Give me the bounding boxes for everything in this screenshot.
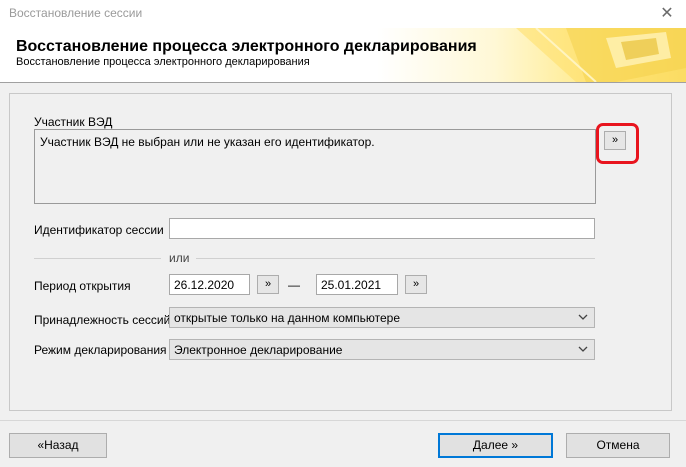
mode-label: Режим декларирования [34, 343, 167, 357]
footer-divider [0, 420, 686, 421]
or-divider-right [196, 258, 595, 259]
mode-select[interactable]: Электронное декларирование [169, 339, 595, 360]
date-from-input[interactable]: 26.12.2020 [169, 274, 250, 295]
mode-value: Электронное декларирование [174, 343, 343, 357]
banner-subtitle: Восстановление процесса электронного дек… [16, 56, 310, 68]
date-from-picker-button[interactable]: » [257, 275, 279, 294]
next-button[interactable]: Далее » [438, 433, 553, 458]
ownership-select[interactable]: открытые только на данном компьютере [169, 307, 595, 328]
header-divider [0, 82, 686, 83]
back-button[interactable]: «Назад [9, 433, 107, 458]
date-dash: — [288, 278, 300, 292]
ownership-value: открытые только на данном компьютере [174, 311, 401, 325]
date-to-picker-button[interactable]: » [405, 275, 427, 294]
title-bar: Восстановление сессии ✕ [0, 0, 686, 28]
session-id-label: Идентификатор сессии [34, 223, 164, 237]
header-banner: Восстановление процесса электронного дек… [0, 28, 686, 82]
period-label: Период открытия [34, 279, 131, 293]
or-label: или [169, 251, 190, 265]
close-icon[interactable]: ✕ [657, 3, 677, 23]
banner-decoration [516, 28, 686, 82]
red-highlight-marker [596, 123, 639, 164]
chevron-down-icon [578, 314, 588, 320]
or-divider-left [34, 258, 161, 259]
cancel-button[interactable]: Отмена [566, 433, 670, 458]
ownership-label: Принадлежность сессий [34, 313, 171, 327]
session-id-input[interactable] [169, 218, 595, 239]
participant-text: Участник ВЭД не выбран или не указан его… [40, 135, 375, 149]
date-to-input[interactable]: 25.01.2021 [316, 274, 398, 295]
participant-box: Участник ВЭД не выбран или не указан его… [34, 129, 596, 204]
participant-label: Участник ВЭД [34, 115, 113, 129]
chevron-down-icon [578, 346, 588, 352]
banner-title: Восстановление процесса электронного дек… [16, 38, 477, 55]
window-title: Восстановление сессии [9, 6, 143, 20]
